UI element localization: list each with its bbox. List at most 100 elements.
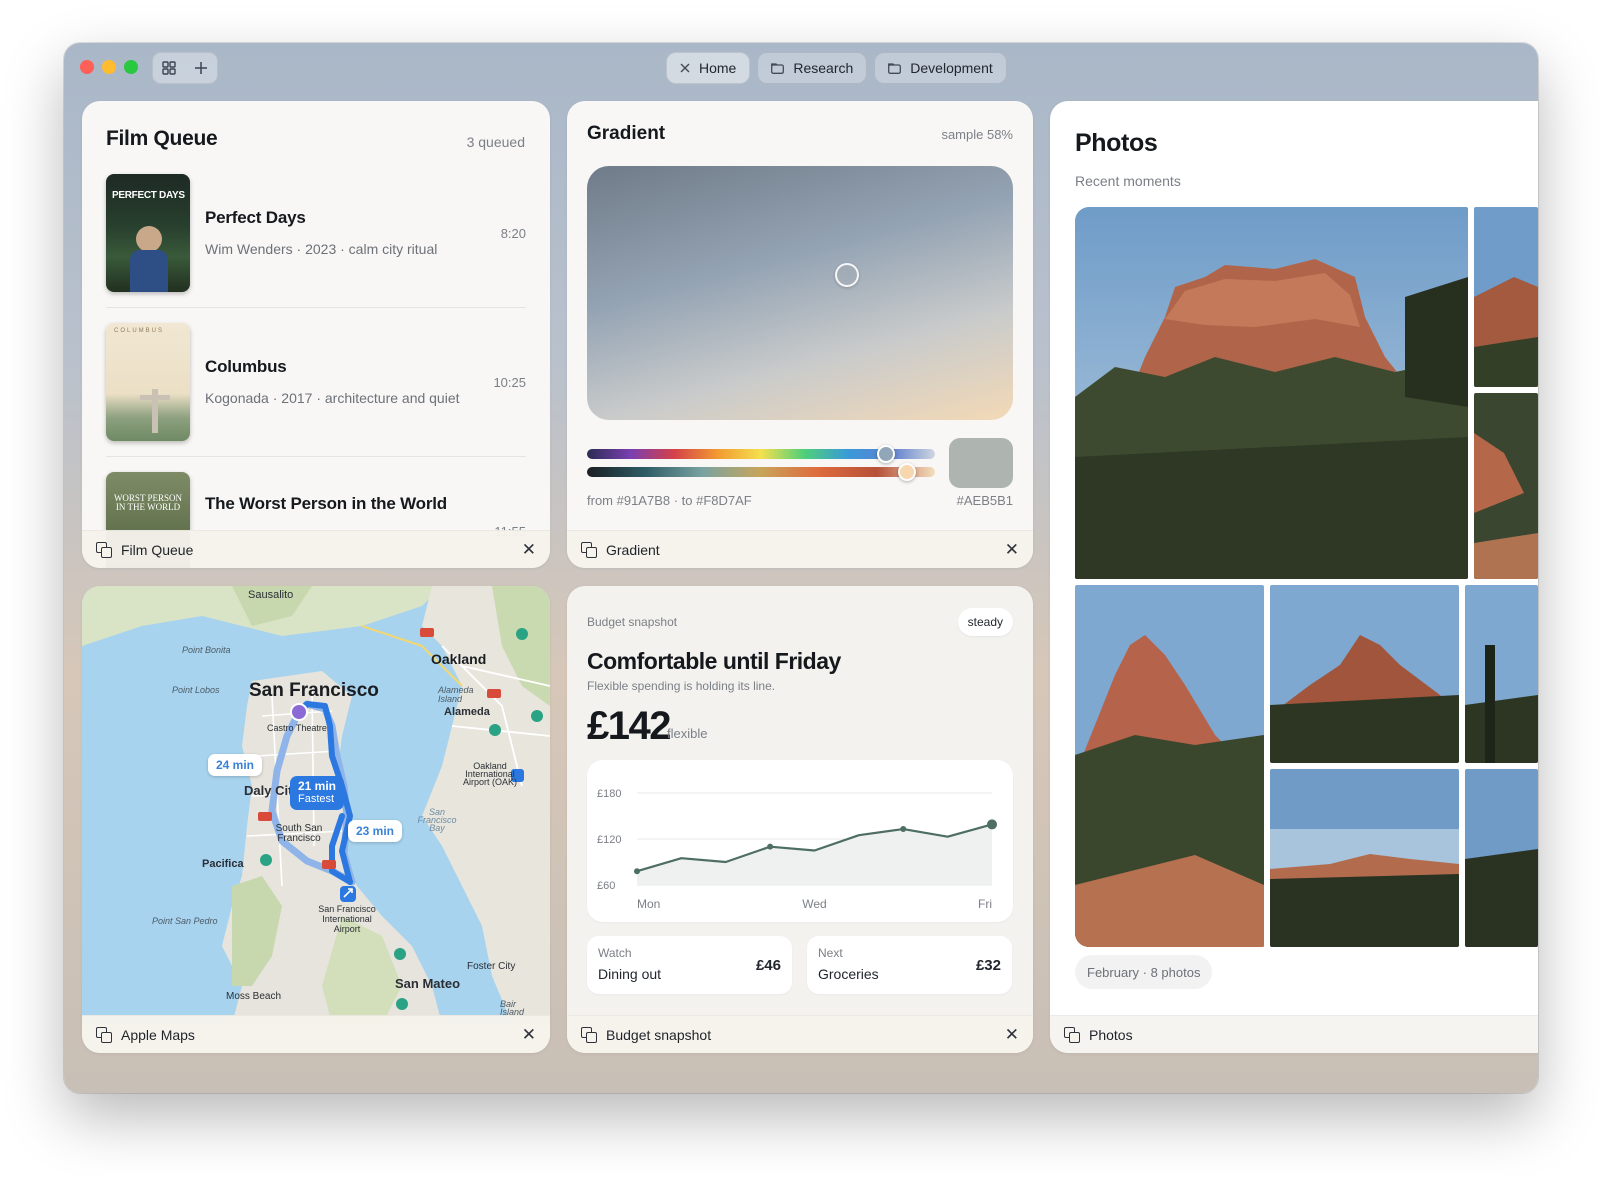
tile-value: Groceries: [818, 966, 879, 982]
chart-y-tick-label: £180: [597, 788, 621, 800]
budget-amount: £142: [587, 704, 671, 748]
map-label: South San Francisco: [275, 823, 323, 844]
route-fastest-label: Fastest: [298, 793, 335, 805]
map-label: Oakland International Airport (OAK): [462, 761, 517, 787]
route-fastest[interactable]: 21 min Fastest: [290, 776, 345, 810]
film-queue-widget: Film Queue 3 queued PERFECT DAYS Perfect…: [82, 101, 550, 568]
add-button[interactable]: [185, 53, 217, 83]
spending-chart: £180 £120 £60 Mon Wed Fri: [587, 760, 1013, 922]
photo-image: [1270, 585, 1459, 763]
map-label: Moss Beach: [226, 991, 282, 1002]
map-view[interactable]: Sausalito Point Bonita Point Lobos San F…: [82, 586, 550, 1024]
photo-thumbnail[interactable]: [1474, 393, 1538, 579]
photo-thumbnail[interactable]: [1270, 769, 1459, 947]
photo-thumbnail[interactable]: [1075, 585, 1264, 947]
budget-subtitle: Flexible spending is holding its line.: [587, 679, 776, 693]
route-alt-time[interactable]: 24 min: [208, 754, 263, 776]
widget-footer: Gradient ✕: [567, 530, 1033, 568]
tab-development[interactable]: Development: [874, 52, 1007, 84]
route-fastest-time: 21 min: [298, 779, 337, 793]
toolbar-group: [152, 52, 218, 84]
photo-thumbnail[interactable]: [1270, 585, 1459, 763]
chart-point: [987, 819, 997, 830]
photos-widget: Photos Recent moments February · 8 photo…: [1050, 101, 1538, 1053]
chart-y-tick-label: £60: [597, 880, 615, 892]
map-label: San Francisco: [249, 680, 379, 701]
widget-footer: Photos: [1050, 1015, 1538, 1053]
folder-icon: [771, 62, 785, 74]
poster-structure: [140, 395, 170, 400]
route-alt-time[interactable]: 23 min: [348, 820, 403, 842]
tab-research[interactable]: Research: [757, 52, 868, 84]
widget-icon: [96, 541, 112, 558]
close-widget-button[interactable]: ✕: [522, 540, 536, 560]
map-label: Bair Island: [500, 999, 525, 1017]
to-color-slider[interactable]: [587, 467, 935, 477]
divider: [106, 307, 526, 308]
map-label: Sausalito: [248, 589, 294, 601]
map-label: Castro Theatre: [267, 723, 327, 733]
gradient-from-to: from #91A7B8 · to #F8D7AF: [587, 493, 752, 508]
film-item[interactable]: PERFECT DAYS Perfect Days Wim Wenders · …: [106, 174, 526, 304]
chart-area: [637, 824, 992, 885]
gradient-canvas[interactable]: [587, 166, 1013, 420]
map-label: Oakland: [431, 651, 487, 667]
close-icon[interactable]: [680, 63, 690, 73]
gradient-title: Gradient: [587, 123, 666, 144]
photo-thumbnail[interactable]: [1474, 207, 1538, 387]
chart-x-tick-label: Mon: [637, 897, 660, 911]
film-duration: 10:25: [493, 375, 526, 390]
film-poster: COLUMBUS: [106, 323, 190, 441]
tile-key: Watch: [598, 946, 632, 960]
film-queue-title: Film Queue: [106, 127, 218, 150]
chart-point: [767, 843, 774, 850]
chart-x-tick-label: Wed: [802, 897, 826, 911]
gradient-widget: Gradient sample 58% from #91A7B8 · to #F…: [567, 101, 1033, 568]
poster-title: PERFECT DAYS: [112, 190, 185, 201]
widget-footer: Apple Maps ✕: [82, 1015, 550, 1053]
close-widget-button[interactable]: ✕: [1005, 540, 1019, 560]
photo-thumbnail[interactable]: [1465, 585, 1538, 763]
zoom-window-button[interactable]: [124, 60, 138, 74]
photo-thumbnail[interactable]: [1075, 207, 1468, 579]
photo-image: [1270, 769, 1459, 947]
chart-y-tick-label: £120: [597, 834, 621, 846]
budget-tile[interactable]: Next Groceries £32: [807, 936, 1012, 994]
close-widget-button[interactable]: ✕: [1005, 1025, 1019, 1045]
tab-home-label: Home: [699, 60, 737, 76]
folder-icon: [888, 62, 902, 74]
map-label: Daly City: [244, 783, 292, 798]
film-subtitle: Wim Wenders · 2023 · calm city ritual: [205, 241, 438, 257]
photo-image: [1075, 585, 1264, 947]
widget-footer-title: Photos: [1089, 1026, 1133, 1043]
map-label: San Francisco Bay: [417, 807, 457, 833]
film-title: The Worst Person in the World: [205, 494, 447, 513]
grid-view-button[interactable]: [153, 53, 185, 83]
tab-home[interactable]: Home: [666, 52, 751, 84]
result-swatch: [949, 438, 1013, 488]
from-color-knob[interactable]: [877, 445, 895, 463]
tile-key: Next: [818, 946, 843, 960]
budget-widget: Budget snapshot steady Comfortable until…: [567, 586, 1033, 1053]
widget-footer: Film Queue ✕: [82, 530, 550, 568]
close-widget-button[interactable]: ✕: [522, 1025, 536, 1045]
map-label: Pacifica: [202, 858, 244, 870]
photo-image: [1075, 207, 1468, 579]
photos-album-chip[interactable]: February · 8 photos: [1075, 955, 1213, 989]
map-label: Point San Pedro: [152, 916, 218, 926]
apple-maps-widget: Sausalito Point Bonita Point Lobos San F…: [82, 586, 550, 1053]
minimize-window-button[interactable]: [102, 60, 116, 74]
photo-image: [1474, 393, 1538, 579]
budget-tile[interactable]: Watch Dining out £46: [587, 936, 792, 994]
photo-thumbnail[interactable]: [1465, 769, 1538, 947]
plus-icon: [195, 62, 207, 74]
sample-handle[interactable]: [835, 263, 859, 287]
budget-title: Comfortable until Friday: [587, 648, 841, 674]
to-color-knob[interactable]: [898, 463, 916, 481]
map-label: Point Bonita: [182, 645, 231, 655]
map-label: San Mateo: [395, 976, 461, 991]
close-window-button[interactable]: [80, 60, 94, 74]
film-item[interactable]: COLUMBUS Columbus Kogonada · 2017 · arch…: [106, 323, 526, 453]
poster-figure-body: [130, 250, 168, 292]
film-queue-count: 3 queued: [466, 134, 525, 150]
